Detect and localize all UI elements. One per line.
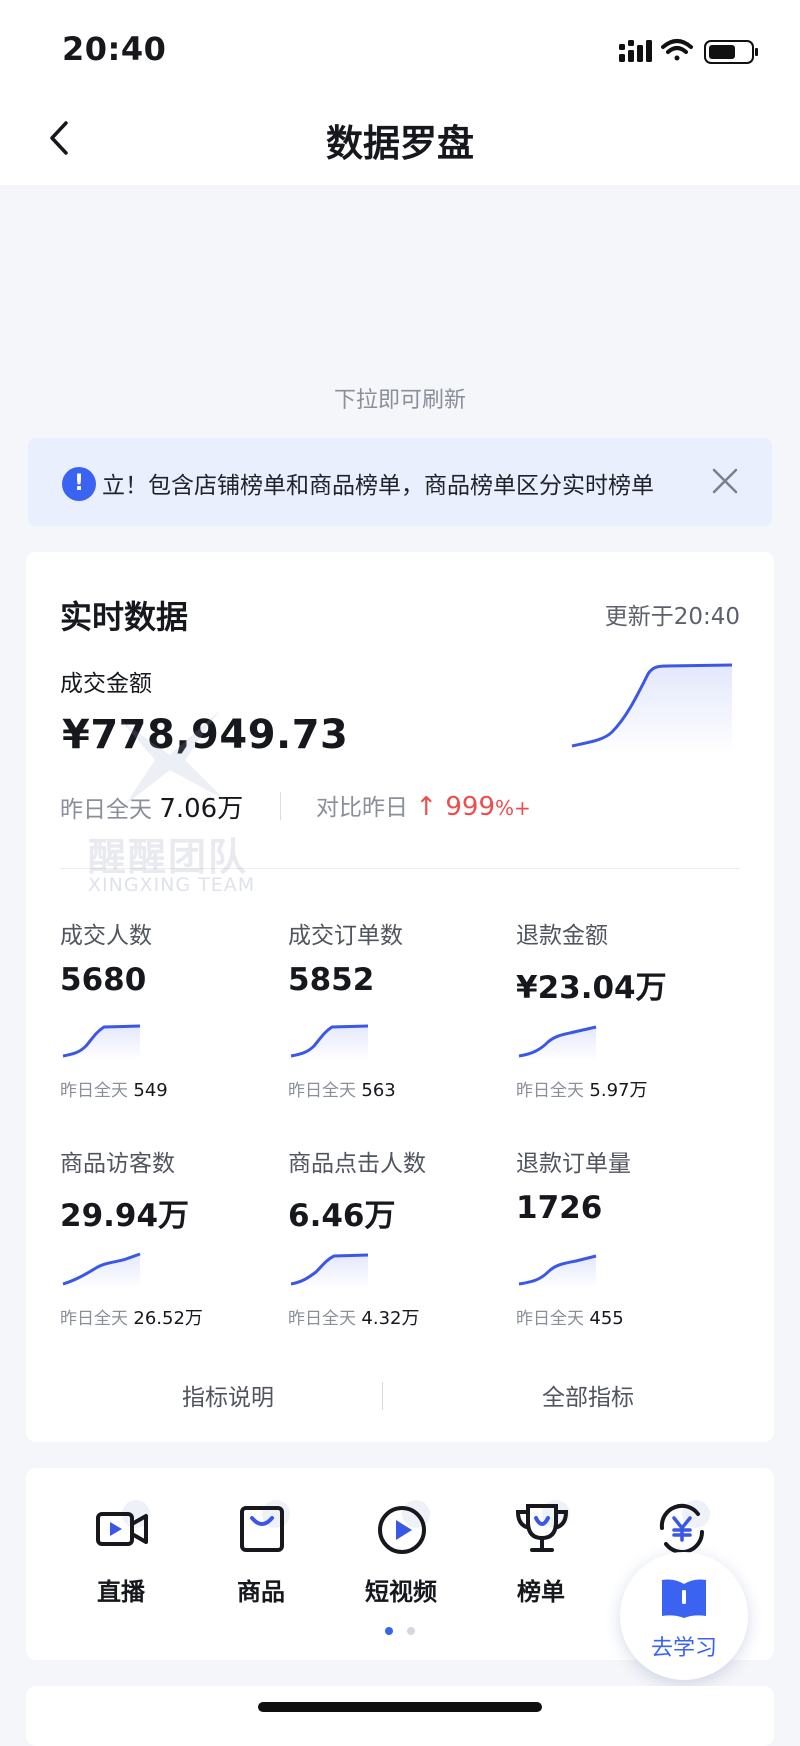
metric-label: 成交订单数 xyxy=(288,923,403,949)
gmv-value: ¥778,949.73 xyxy=(62,712,349,758)
metric-label: 成交人数 xyxy=(60,923,152,949)
metric-refund-amount[interactable]: 退款金额 ¥23.04万 昨日全天 5.97万 xyxy=(516,916,744,1116)
trophy-icon xyxy=(515,1500,570,1552)
metric-refund-orders[interactable]: 退款订单量 1726 昨日全天 455 xyxy=(516,1144,744,1344)
realtime-data-card: 实时数据 更新于20:40 成交金额 ¥778,949.73 昨日全天 7.06… xyxy=(26,552,774,1442)
metric-explanation-link[interactable]: 指标说明 xyxy=(98,1378,358,1412)
metric-sparkline xyxy=(62,1252,141,1288)
alert-icon: ! xyxy=(62,467,96,501)
next-section-card xyxy=(26,1686,774,1746)
divider xyxy=(382,1382,383,1410)
gmv-yesterday: 昨日全天 7.06万 xyxy=(60,788,243,825)
tool-label: 短视频 xyxy=(365,1578,437,1606)
learn-button[interactable]: 去学习 xyxy=(620,1552,748,1680)
metric-label: 退款金额 xyxy=(516,923,608,949)
metric-sparkline xyxy=(290,1253,369,1288)
pull-to-refresh-hint: 下拉即可刷新 xyxy=(333,388,466,413)
metric-yesterday: 昨日全天 26.52万 xyxy=(60,1308,203,1329)
compare-value: ↑ 999%+ xyxy=(415,792,531,822)
metric-sparkline xyxy=(518,1254,597,1288)
updated-time: 更新于20:40 xyxy=(604,604,740,630)
metric-label: 商品点击人数 xyxy=(288,1151,426,1177)
metric-value: ¥23.04万 xyxy=(516,970,667,1006)
play-circle-icon xyxy=(378,1500,430,1554)
wifi-icon xyxy=(661,39,693,61)
divider xyxy=(280,792,281,820)
yuan-refresh-icon xyxy=(659,1500,710,1554)
gmv-label: 成交金额 xyxy=(60,671,152,697)
tool-products[interactable]: 商品 xyxy=(206,1498,316,1618)
metric-yesterday: 昨日全天 563 xyxy=(288,1080,396,1101)
metric-product-clicks[interactable]: 商品点击人数 6.46万 昨日全天 4.32万 xyxy=(288,1144,516,1344)
metric-yesterday: 昨日全天 455 xyxy=(516,1308,624,1329)
divider xyxy=(60,868,740,869)
notice-banner[interactable]: ! 立！包含店铺榜单和商品榜单，商品榜单区分实时榜单 xyxy=(28,438,772,526)
metric-label: 商品访客数 xyxy=(60,1151,175,1177)
gmv-yesterday-value: 7.06万 xyxy=(159,794,244,824)
tool-rankings[interactable]: 榜单 xyxy=(486,1498,596,1618)
status-icons xyxy=(619,39,758,64)
metric-value: 1726 xyxy=(516,1190,603,1226)
metric-label: 退款订单量 xyxy=(516,1151,631,1177)
tool-live[interactable]: 直播 xyxy=(66,1498,176,1618)
shopping-bag-icon xyxy=(240,1500,290,1552)
notice-text: 立！包含店铺榜单和商品榜单，商品榜单区分实时榜单 xyxy=(102,473,654,499)
all-metrics-link[interactable]: 全部指标 xyxy=(458,1378,718,1412)
tool-label: 榜单 xyxy=(517,1578,565,1606)
video-camera-icon xyxy=(96,1500,150,1546)
status-time: 20:40 xyxy=(62,30,167,68)
metric-value: 5852 xyxy=(288,962,375,998)
metric-sparkline xyxy=(518,1025,597,1060)
learn-label: 去学习 xyxy=(650,1636,717,1661)
cellular-signal-icon xyxy=(619,40,652,62)
battery-icon xyxy=(704,40,758,64)
metric-sparkline xyxy=(290,1024,369,1060)
metric-yesterday: 昨日全天 4.32万 xyxy=(288,1308,420,1329)
status-bar: 20:40 xyxy=(0,0,800,95)
nav-bar: 数据罗盘 xyxy=(0,95,800,185)
compare-label: 对比昨日 xyxy=(316,795,408,821)
close-icon[interactable] xyxy=(708,464,742,498)
pager-dot-active xyxy=(385,1627,393,1635)
metric-product-visitors[interactable]: 商品访客数 29.94万 昨日全天 26.52万 xyxy=(60,1144,288,1344)
tool-label: 商品 xyxy=(237,1578,285,1606)
tool-label: 直播 xyxy=(97,1578,145,1606)
metric-value: 29.94万 xyxy=(60,1198,190,1234)
metric-yesterday: 昨日全天 5.97万 xyxy=(516,1080,648,1101)
home-indicator xyxy=(258,1702,542,1712)
pager-dot xyxy=(407,1627,415,1635)
tool-short-video[interactable]: 短视频 xyxy=(346,1498,456,1618)
book-icon xyxy=(662,1579,706,1618)
card-title: 实时数据 xyxy=(60,598,189,636)
metric-value: 5680 xyxy=(60,962,147,998)
metric-sparkline xyxy=(62,1024,141,1060)
gmv-yesterday-label: 昨日全天 xyxy=(60,797,152,823)
metric-orders[interactable]: 成交订单数 5852 昨日全天 563 xyxy=(288,916,516,1116)
gmv-compare: 对比昨日 ↑ 999%+ xyxy=(316,788,531,822)
card-footer: 指标说明 全部指标 xyxy=(26,1378,774,1418)
metric-yesterday: 昨日全天 549 xyxy=(60,1080,168,1101)
gmv-trend-sparkline xyxy=(571,663,733,756)
metric-buyers[interactable]: 成交人数 5680 昨日全天 549 xyxy=(60,916,288,1116)
metric-value: 6.46万 xyxy=(288,1198,396,1234)
page-title: 数据罗盘 xyxy=(326,122,474,165)
